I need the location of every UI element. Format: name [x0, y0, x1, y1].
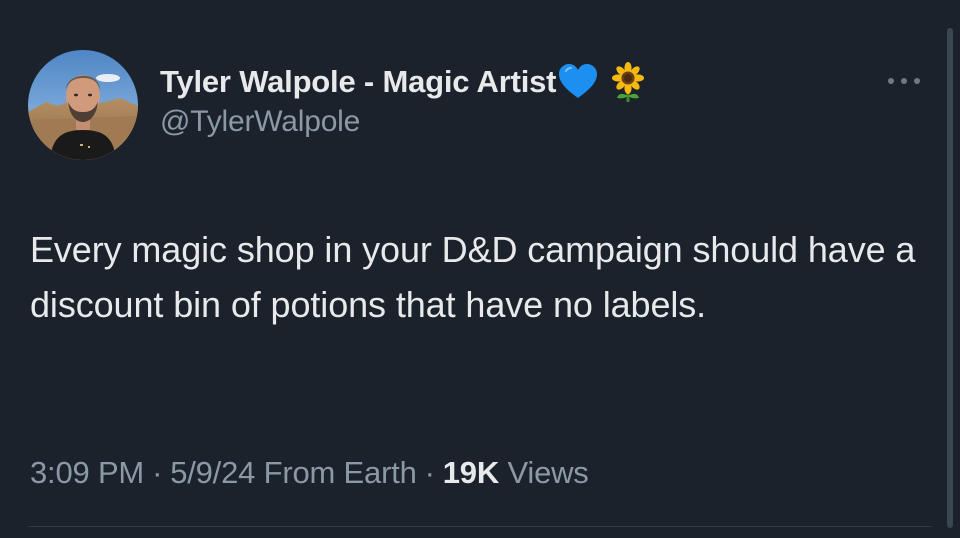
separator: ·	[424, 455, 435, 490]
avatar-image	[28, 50, 138, 160]
sunflower-icon	[608, 62, 648, 102]
views-count[interactable]: 19K	[443, 455, 499, 490]
author-block: Tyler Walpole - Magic Artist @TylerWalpo…	[160, 61, 648, 139]
scrollbar[interactable]	[947, 28, 953, 528]
tweet: Tyler Walpole - Magic Artist @TylerWalpo…	[0, 0, 960, 538]
separator: ·	[152, 455, 163, 490]
tweet-location: From Earth	[263, 455, 417, 490]
display-name[interactable]: Tyler Walpole - Magic Artist	[160, 64, 557, 100]
divider	[28, 526, 932, 527]
more-horizontal-icon	[886, 73, 922, 91]
tweet-metadata: 3:09 PM · 5/9/24 From Earth · 19K Views	[30, 455, 589, 491]
handle[interactable]: @TylerWalpole	[160, 105, 648, 139]
views-label: Views	[507, 455, 589, 490]
avatar[interactable]	[28, 50, 138, 160]
more-button[interactable]	[876, 64, 932, 100]
blue-heart-icon	[558, 63, 598, 101]
tweet-date[interactable]: 5/9/24	[170, 455, 255, 490]
tweet-time[interactable]: 3:09 PM	[30, 455, 144, 490]
name-row: Tyler Walpole - Magic Artist	[160, 61, 648, 103]
tweet-text: Every magic shop in your D&D campaign sh…	[30, 229, 916, 325]
